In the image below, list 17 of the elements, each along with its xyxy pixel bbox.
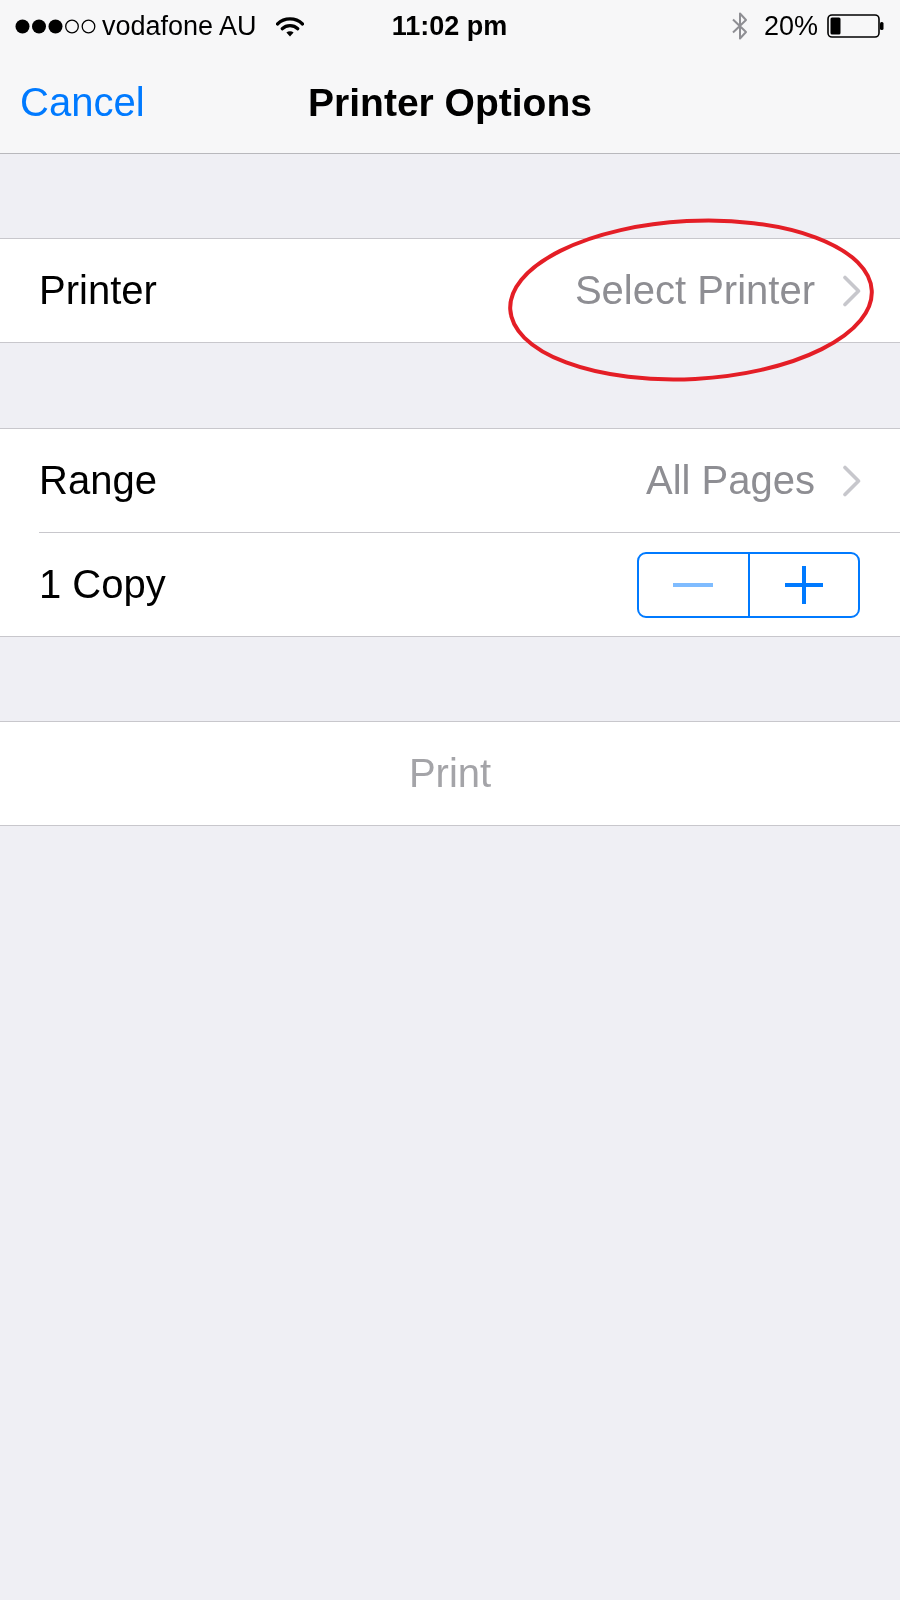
battery-icon: [827, 14, 884, 38]
carrier-name: vodafone AU: [102, 10, 257, 42]
minus-icon: [673, 582, 714, 587]
wifi-icon: [275, 15, 304, 37]
row-value: All Pages: [646, 458, 815, 503]
signal-strength-icon: [15, 18, 97, 34]
screen-title: Printer Options: [308, 80, 592, 125]
cancel-button[interactable]: Cancel: [20, 80, 145, 125]
row-label: 1 Copy: [39, 562, 166, 607]
plus-icon: [784, 565, 823, 604]
chevron-right-icon: [842, 464, 862, 497]
row-value: Select Printer: [574, 268, 815, 313]
chevron-right-icon: [842, 274, 862, 307]
status-time: 11:02 pm: [391, 10, 508, 42]
battery-percentage: 20%: [763, 10, 818, 42]
row-label: Printer: [39, 268, 157, 313]
row-label: Range: [39, 458, 157, 503]
